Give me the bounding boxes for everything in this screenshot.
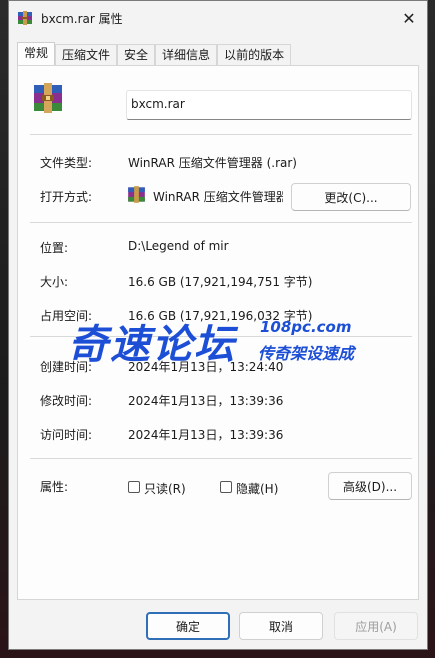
location-value: D:\Legend of mir [128, 239, 229, 253]
size-value: 16.6 GB (17,921,194,751 字节) [128, 275, 313, 289]
title-bar: bxcm.rar 属性 ✕ [9, 1, 427, 35]
properties-dialog: bxcm.rar 属性 ✕ 常规 压缩文件 安全 详细信息 以前的版本 bxcm… [8, 0, 428, 650]
created-label: 创建时间: [40, 360, 93, 374]
advanced-button[interactable]: 高级(D)... [328, 472, 412, 500]
apply-button[interactable]: 应用(A) [334, 612, 418, 640]
open-with-label: 打开方式: [40, 190, 93, 204]
tab-details[interactable]: 详细信息 [155, 44, 218, 66]
winrar-archive-icon [18, 11, 32, 25]
tab-previous-versions[interactable]: 以前的版本 [217, 44, 292, 66]
ok-button[interactable]: 确定 [146, 612, 230, 640]
accessed-label: 访问时间: [40, 428, 93, 442]
readonly-checkbox[interactable] [128, 481, 140, 493]
hidden-label: 隐藏(H) [236, 482, 279, 496]
winrar-archive-icon [34, 83, 62, 113]
hidden-checkbox[interactable] [220, 481, 232, 493]
modified-value: 2024年1月13日，13:39:36 [128, 394, 284, 408]
file-name-field[interactable]: bxcm.rar [126, 90, 412, 120]
close-button[interactable]: ✕ [397, 7, 421, 29]
cancel-button[interactable]: 取消 [239, 612, 323, 640]
window-title: bxcm.rar 属性 [41, 12, 123, 26]
attributes-label: 属性: [40, 480, 69, 494]
winrar-app-icon [128, 186, 145, 203]
divider [30, 134, 412, 135]
size-label: 大小: [40, 275, 69, 289]
location-label: 位置: [40, 241, 69, 255]
accessed-value: 2024年1月13日，13:39:36 [128, 428, 284, 442]
close-icon: ✕ [402, 8, 416, 28]
open-with-value: WinRAR 压缩文件管理器 [153, 190, 283, 204]
file-type-label: 文件类型: [40, 156, 93, 170]
disk-size-label: 占用空间: [40, 309, 93, 323]
tab-bar: 常规 压缩文件 安全 详细信息 以前的版本 [17, 42, 292, 67]
divider [30, 336, 412, 337]
disk-size-value: 16.6 GB (17,921,196,032 字节) [128, 309, 313, 323]
divider [30, 222, 412, 223]
general-panel: bxcm.rar 文件类型: WinRAR 压缩文件管理器 (.rar) 打开方… [17, 65, 419, 600]
divider [30, 458, 412, 459]
file-type-value: WinRAR 压缩文件管理器 (.rar) [128, 156, 297, 170]
readonly-label: 只读(R) [144, 482, 186, 496]
tab-security[interactable]: 安全 [117, 44, 156, 66]
modified-label: 修改时间: [40, 394, 93, 408]
tab-archive[interactable]: 压缩文件 [55, 44, 118, 66]
created-value: 2024年1月13日，13:24:40 [128, 360, 284, 374]
change-button[interactable]: 更改(C)... [291, 183, 411, 211]
tab-general[interactable]: 常规 [17, 42, 56, 67]
